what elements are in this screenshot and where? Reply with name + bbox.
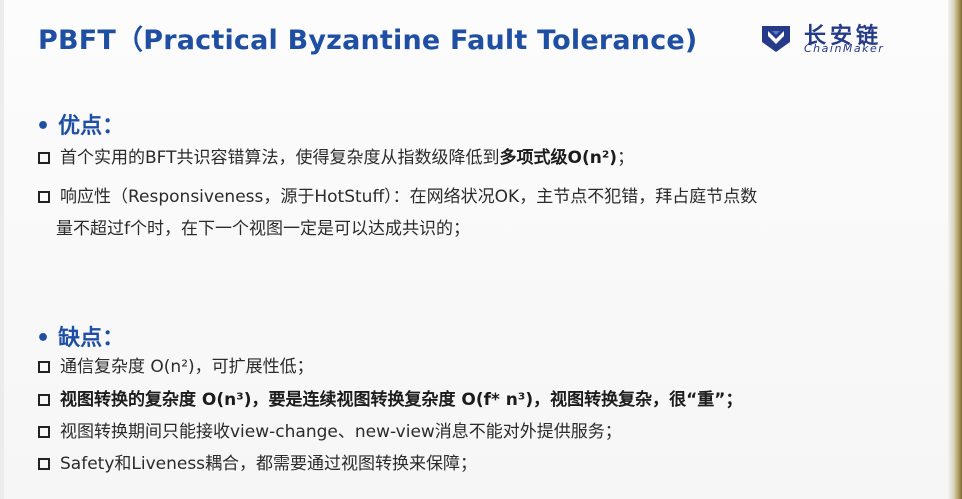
pros-bullet: • — [36, 114, 51, 139]
slide: PBFT（Practical Byzantine Fault Tolerance… — [0, 0, 962, 499]
slide-title: PBFT（Practical Byzantine Fault Tolerance… — [38, 25, 698, 56]
cons-item-2-text: 视图转换的复杂度 O(n³)，要是连续视图转换复杂度 O(f* n³)，视图转换… — [60, 390, 743, 410]
left-edge-strip — [0, 0, 4, 499]
checkbox-square-icon — [38, 394, 50, 406]
checkbox-square-icon — [38, 426, 50, 438]
pros-item-1-text: 首个实用的BFT共识容错算法，使得复杂度从指数级降低到 — [60, 148, 500, 168]
cons-item-4: Safety和Liveness耦合，都需要通过视图转换来保障； — [38, 453, 477, 475]
checkbox-square-icon — [38, 152, 50, 164]
cons-bullet: • — [36, 326, 51, 351]
pros-item-1: 首个实用的BFT共识容错算法，使得复杂度从指数级降低到多项式级O(n²)； — [38, 147, 634, 169]
checkbox-square-icon — [38, 361, 50, 373]
checkbox-square-icon — [38, 191, 50, 203]
pros-heading-text: 优点： — [58, 114, 125, 139]
cons-item-1-text: 通信复杂度 O(n²)，可扩展性低； — [60, 357, 314, 377]
pros-heading: • 优点： — [36, 108, 124, 140]
cons-heading-text: 缺点： — [58, 326, 125, 351]
chainmaker-logo-icon — [762, 26, 790, 52]
pros-item-1-tail: ； — [617, 148, 635, 168]
checkbox-square-icon — [38, 458, 50, 470]
cons-item-1: 通信复杂度 O(n²)，可扩展性低； — [38, 356, 314, 378]
pros-item-2-line2: 量不超过f个时，在下一个视图一定是可以达成共识的； — [56, 219, 470, 239]
pros-item-2: 响应性（Responsiveness，源于HotStuff）：在网络状况OK，主… — [38, 186, 757, 208]
right-edge-background — [948, 0, 962, 499]
cons-heading: • 缺点： — [36, 320, 124, 352]
cons-item-4-text: Safety和Liveness耦合，都需要通过视图转换来保障； — [60, 454, 478, 474]
logo-english-text: ChainMaker — [804, 42, 885, 55]
chainmaker-logo: 长安链 ChainMaker — [760, 20, 920, 56]
cons-item-3: 视图转换期间只能接收view-change、new-view消息不能对外提供服务… — [38, 421, 622, 443]
pros-item-1-bold: 多项式级O(n²) — [499, 148, 618, 168]
pros-item-2-line1: 响应性（Responsiveness，源于HotStuff）：在网络状况OK，主… — [60, 187, 758, 207]
cons-item-2: 视图转换的复杂度 O(n³)，要是连续视图转换复杂度 O(f* n³)，视图转换… — [38, 389, 742, 411]
cons-item-3-text: 视图转换期间只能接收view-change、new-view消息不能对外提供服务… — [60, 422, 622, 442]
